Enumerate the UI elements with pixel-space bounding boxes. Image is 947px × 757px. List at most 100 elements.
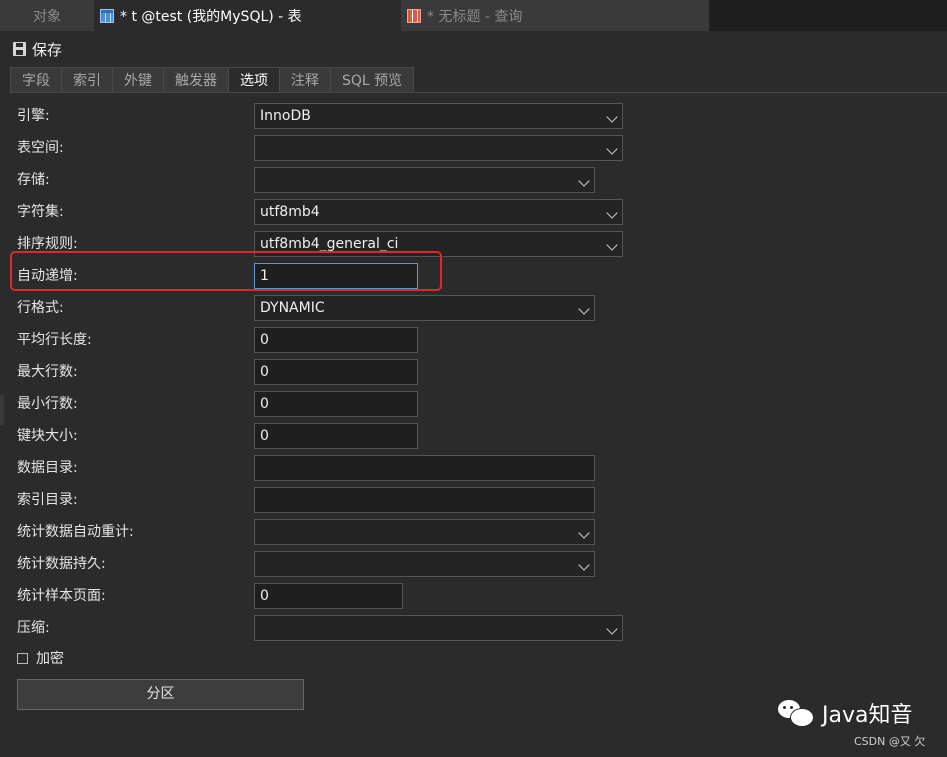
chevron-down-icon [578,303,590,315]
toolbar: 保存 [0,31,947,67]
chevron-down-icon [606,143,618,155]
avg-row-length-label: 平均行长度: [17,332,92,348]
stats-auto-recalc-select[interactable] [254,519,595,545]
tablespace-select[interactable] [254,135,623,161]
storage-select[interactable] [254,167,595,193]
row-stats-persistent: 统计数据持久: [0,548,947,580]
avg-row-length-value: 0 [260,332,269,348]
save-button[interactable]: 保存 [13,39,62,60]
subtab-options[interactable]: 选项 [228,67,280,93]
subtab-foreign-keys[interactable]: 外键 [112,67,164,93]
compression-label: 压缩: [17,620,50,636]
encryption-checkbox-row[interactable]: 加密 [17,648,64,668]
row-max-rows: 最大行数: 0 [0,356,947,388]
chevron-down-icon [606,623,618,635]
wechat-icon [778,698,816,728]
subtab-fields[interactable]: 字段 [10,67,62,93]
subtab-indexes[interactable]: 索引 [61,67,113,93]
row-data-directory: 数据目录: [0,452,947,484]
row-storage: 存储: [0,164,947,196]
data-directory-label: 数据目录: [17,460,78,476]
row-stats-sample-pages: 统计样本页面: 0 [0,580,947,612]
row-tablespace: 表空间: [0,132,947,164]
collation-value: utf8mb4_general_ci [260,236,399,252]
min-rows-label: 最小行数: [17,396,78,412]
charset-label: 字符集: [17,204,64,220]
storage-label: 存储: [17,172,50,188]
stats-persistent-label: 统计数据持久: [17,556,106,572]
row-format-select[interactable]: DYNAMIC [254,295,595,321]
engine-value: InnoDB [260,108,311,124]
tab-table-design[interactable]: * t @test (我的MySQL) - 表 [94,0,401,31]
charset-value: utf8mb4 [260,204,320,220]
engine-label: 引擎: [17,108,50,124]
index-directory-label: 索引目录: [17,492,78,508]
auto-increment-input[interactable]: 1 [254,263,418,289]
max-rows-value: 0 [260,364,269,380]
collation-label: 排序规则: [17,236,78,252]
stats-sample-pages-label: 统计样本页面: [17,588,106,604]
chevron-down-icon [578,559,590,571]
avg-row-length-input[interactable]: 0 [254,327,418,353]
stats-sample-pages-value: 0 [260,588,269,604]
subtab-triggers[interactable]: 触发器 [163,67,229,93]
chevron-down-icon [578,175,590,187]
row-avg-row-length: 平均行长度: 0 [0,324,947,356]
table-icon [100,8,114,23]
row-collation: 排序规则: utf8mb4_general_ci [0,228,947,260]
watermark-credit: CSDN @又 欠 [854,735,926,748]
row-auto-increment: 自动递增: 1 [0,260,947,292]
stats-persistent-select[interactable] [254,551,595,577]
auto-increment-label: 自动递增: [17,268,78,284]
min-rows-input[interactable]: 0 [254,391,418,417]
row-format-label: 行格式: [17,300,64,316]
watermark: Java知音 [778,697,912,729]
subtab-comment[interactable]: 注释 [279,67,331,93]
row-key-block-size: 键块大小: 0 [0,420,947,452]
min-rows-value: 0 [260,396,269,412]
row-charset: 字符集: utf8mb4 [0,196,947,228]
tab-untitled-query[interactable]: * 无标题 - 查询 [401,0,709,31]
row-row-format: 行格式: DYNAMIC [0,292,947,324]
row-min-rows: 最小行数: 0 [0,388,947,420]
stats-auto-recalc-label: 统计数据自动重计: [17,524,134,540]
key-block-size-value: 0 [260,428,269,444]
chevron-down-icon [606,207,618,219]
row-compression: 压缩: [0,612,947,644]
subtab-bar: 字段 索引 外键 触发器 选项 注释 SQL 预览 [10,67,415,93]
encryption-label: 加密 [36,651,64,667]
tab-table-design-label: * t @test (我的MySQL) - 表 [120,8,302,25]
chevron-down-icon [578,527,590,539]
chevron-down-icon [606,111,618,123]
max-rows-label: 最大行数: [17,364,78,380]
key-block-size-input[interactable]: 0 [254,423,418,449]
document-tab-bar: 对象 * t @test (我的MySQL) - 表 * 无标题 - 查询 [0,0,947,31]
max-rows-input[interactable]: 0 [254,359,418,385]
key-block-size-label: 键块大小: [17,428,78,444]
tablespace-label: 表空间: [17,140,64,156]
row-index-directory: 索引目录: [0,484,947,516]
row-format-value: DYNAMIC [260,300,325,316]
engine-select[interactable]: InnoDB [254,103,623,129]
tab-objects[interactable]: 对象 [0,0,94,31]
row-stats-auto-recalc: 统计数据自动重计: [0,516,947,548]
row-engine: 引擎: InnoDB [0,100,947,132]
compression-select[interactable] [254,615,623,641]
auto-increment-value: 1 [260,268,269,284]
collation-select[interactable]: utf8mb4_general_ci [254,231,623,257]
tab-untitled-query-label: * 无标题 - 查询 [427,8,523,25]
charset-select[interactable]: utf8mb4 [254,199,623,225]
watermark-brand: Java知音 [822,703,913,728]
subtab-divider [10,92,947,93]
chevron-down-icon [606,239,618,251]
query-icon [407,8,421,23]
subtab-sql-preview[interactable]: SQL 预览 [330,67,415,93]
stats-sample-pages-input[interactable]: 0 [254,583,403,609]
partition-button[interactable]: 分区 [17,679,304,710]
floppy-disk-icon [13,42,26,56]
index-directory-input[interactable] [254,487,595,513]
tab-objects-label: 对象 [33,8,61,25]
encryption-checkbox[interactable] [17,652,28,664]
save-button-label: 保存 [32,40,63,59]
data-directory-input[interactable] [254,455,595,481]
